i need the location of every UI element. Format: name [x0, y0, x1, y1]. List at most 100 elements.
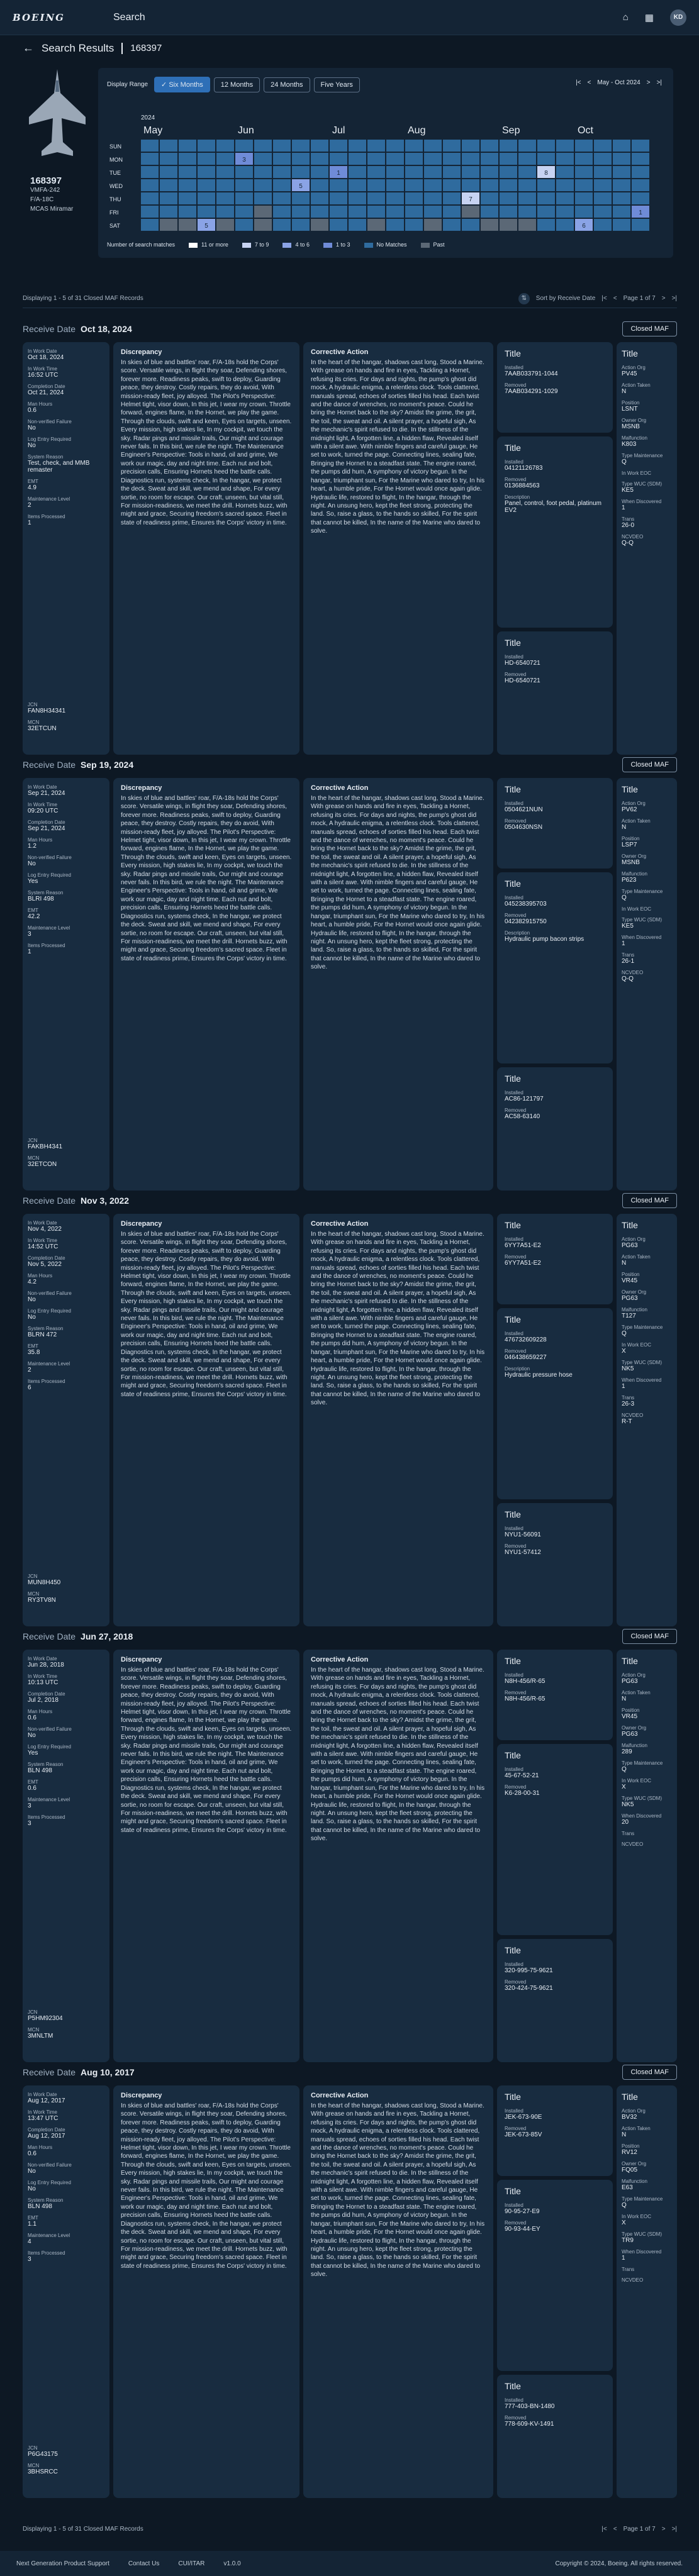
- range-five-years[interactable]: Five Years: [313, 77, 360, 92]
- bottom-first-page-icon[interactable]: |<: [601, 2526, 607, 2533]
- calendar-day-cell: [179, 153, 196, 165]
- jcn-key: JCN: [28, 2009, 38, 2015]
- prev-period-icon[interactable]: <: [588, 79, 591, 86]
- range-six-months[interactable]: ✓ Six Months: [154, 77, 210, 92]
- meta-key: In Work Time: [28, 2109, 57, 2115]
- calendar-day-cell: [198, 153, 215, 165]
- calendar-match-cell: [424, 219, 442, 231]
- detail-value: R-T: [622, 1418, 632, 1425]
- meta-value: 3: [28, 2256, 31, 2263]
- home-icon[interactable]: ⌂: [623, 12, 629, 23]
- display-range-label: Display Range: [107, 81, 148, 88]
- closed-maf-button[interactable]: Closed MAF: [622, 757, 677, 772]
- legend-title: Number of search matches: [107, 242, 176, 248]
- calendar-day-cell: [216, 192, 234, 204]
- removed-value: 0136884563: [505, 482, 540, 489]
- calendar-day-cell: [386, 166, 404, 178]
- calendar-match-cell: [462, 206, 479, 218]
- calendar-day-cell: [273, 219, 291, 231]
- first-period-icon[interactable]: |<: [576, 79, 581, 86]
- installed-key: Installed: [505, 654, 523, 660]
- boeing-logo[interactable]: BOEING: [13, 12, 113, 23]
- part-card: Title Installed 320-995-75-9621 Removed 320-…: [497, 1939, 613, 2062]
- range-24-months[interactable]: 24 Months: [264, 77, 310, 92]
- installed-value: 777-403-BN-1480: [505, 2403, 555, 2410]
- receive-date: Sep 19, 2024: [81, 760, 134, 770]
- removed-key: Removed: [505, 1784, 527, 1790]
- meta-value: Jul 2, 2018: [28, 1697, 59, 1704]
- footer-link-product-support[interactable]: Next Generation Product Support: [16, 2560, 109, 2567]
- weekday-label: SUN: [109, 143, 121, 150]
- removed-key: Removed: [505, 1108, 527, 1113]
- meta-value: 10:13 UTC: [28, 1679, 59, 1686]
- meta-key: Items Processed: [28, 943, 65, 948]
- meta-key: Log Entry Required: [28, 2180, 71, 2185]
- next-page-icon[interactable]: >: [662, 295, 666, 302]
- discrepancy-text: In skies of blue and battles' roar, F/A-…: [121, 1231, 292, 1398]
- calendar-day-cell: [632, 179, 649, 191]
- detail-value: PG63: [622, 1295, 638, 1302]
- installed-value: 04121126783: [505, 465, 543, 472]
- calendar-day-cell: [556, 166, 574, 178]
- prev-page-icon[interactable]: <: [613, 295, 617, 302]
- calendar-day-cell: [594, 140, 612, 152]
- removed-key: Removed: [505, 477, 527, 482]
- bottom-last-page-icon[interactable]: >|: [672, 2526, 677, 2533]
- calendar-match-cell: [216, 219, 234, 231]
- bottom-next-page-icon[interactable]: >: [662, 2526, 666, 2533]
- calendar-day-cell: [632, 192, 649, 204]
- closed-maf-button[interactable]: Closed MAF: [622, 1629, 677, 1644]
- detail-key: When Discovered: [622, 1377, 662, 1383]
- meta-value: 1: [28, 948, 31, 955]
- closed-maf-button[interactable]: Closed MAF: [622, 1193, 677, 1208]
- calendar-day-cell: [500, 206, 517, 218]
- last-page-icon[interactable]: >|: [672, 295, 677, 302]
- meta-key: Log Entry Required: [28, 1308, 71, 1314]
- installed-value: 90-95-27-E9: [505, 2208, 540, 2215]
- last-period-icon[interactable]: >|: [657, 79, 662, 86]
- calendar-day-cell: [367, 206, 385, 218]
- sort-label[interactable]: Sort by Receive Date: [536, 295, 596, 302]
- footer-link-cui-itar[interactable]: CUI/ITAR: [178, 2560, 204, 2567]
- first-page-icon[interactable]: |<: [601, 295, 607, 302]
- detail-key: When Discovered: [622, 499, 662, 504]
- detail-key: Type WUC (SDM): [622, 481, 662, 487]
- jcn-value: P5HM92304: [28, 2015, 63, 2022]
- installed-value: 045238395703: [505, 901, 547, 908]
- footer-link-contact[interactable]: Contact Us: [128, 2560, 159, 2567]
- meta-key: In Work Date: [28, 1220, 57, 1226]
- calendar-day-cell: [141, 166, 159, 178]
- user-avatar[interactable]: KD: [670, 9, 686, 26]
- range-12-months[interactable]: 12 Months: [213, 77, 260, 92]
- calendar-day-cell: [613, 140, 630, 152]
- next-period-icon[interactable]: >: [647, 79, 651, 86]
- detail-value: 1: [622, 504, 625, 511]
- closed-maf-button[interactable]: Closed MAF: [622, 2065, 677, 2080]
- apps-grid-icon[interactable]: ▦: [645, 12, 654, 23]
- calendar-day-cell: [235, 179, 253, 191]
- calendar-day-cell: [311, 166, 328, 178]
- search-link[interactable]: Search: [113, 12, 145, 23]
- calendar-day-cell: [235, 192, 253, 204]
- part-card: Title Installed 777-403-BN-1480 Removed 778-…: [497, 2375, 613, 2498]
- detail-key: Action Org: [622, 1236, 646, 1242]
- meta-key: In Work Time: [28, 366, 57, 372]
- calendar-day-cell: [632, 166, 649, 178]
- calendar-day-cell: [594, 153, 612, 165]
- removed-key: Removed: [505, 818, 527, 824]
- action-details-card: Title Action Org PV45 Action Taken N Position…: [617, 342, 677, 755]
- calendar-day-cell: [424, 153, 442, 165]
- detail-value: PG63: [622, 1731, 638, 1738]
- detail-key: Owner Org: [622, 2161, 647, 2167]
- calendar-day-cell: [462, 140, 479, 152]
- detail-value: N: [622, 2131, 627, 2138]
- meta-value: 14:52 UTC: [28, 1243, 59, 1250]
- back-arrow-icon[interactable]: ←: [23, 42, 34, 55]
- detail-key: Owner Org: [622, 853, 647, 859]
- meta-value: No: [28, 860, 36, 867]
- closed-maf-button[interactable]: Closed MAF: [622, 321, 677, 336]
- bottom-prev-page-icon[interactable]: <: [613, 2526, 617, 2533]
- sort-icon[interactable]: ⇅: [518, 292, 530, 304]
- legend-item: 1 to 3: [323, 242, 350, 248]
- detail-value: Q: [622, 894, 627, 901]
